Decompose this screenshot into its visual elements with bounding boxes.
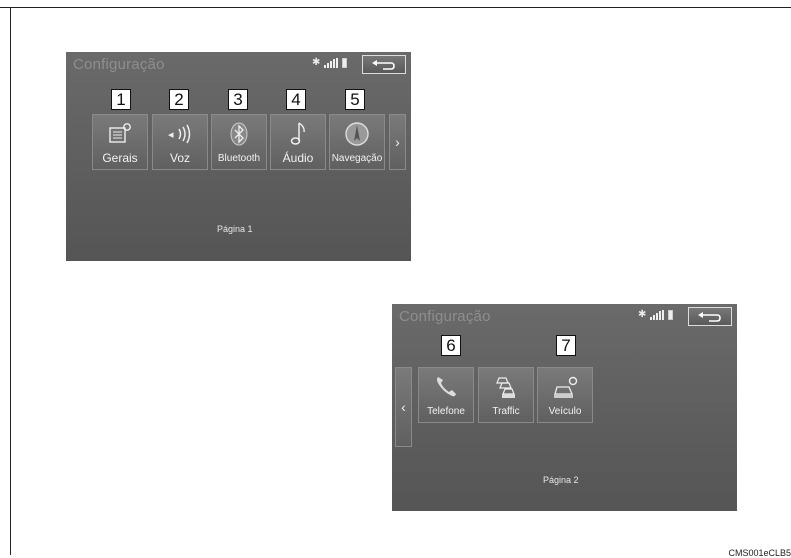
bluetooth-status-icon: ✱ xyxy=(312,57,321,68)
frame-top-line xyxy=(0,7,791,8)
vehicle-settings-icon xyxy=(538,374,592,400)
tile-label: Gerais xyxy=(102,151,138,165)
signal-strength-icon xyxy=(324,57,339,68)
previous-page-button[interactable]: ‹ xyxy=(395,367,412,447)
svg-text:◂: ◂ xyxy=(168,128,174,141)
navigation-icon xyxy=(330,121,384,147)
tile-label: Voz xyxy=(169,151,190,165)
status-bar: ✱ xyxy=(638,309,674,320)
battery-icon xyxy=(342,57,348,68)
page-indicator: Página 2 xyxy=(543,475,579,485)
tile-label: Áudio xyxy=(282,151,314,165)
callout-1: 1 xyxy=(111,89,131,110)
tile-label: Navegação xyxy=(331,153,383,164)
back-arrow-icon xyxy=(372,59,395,70)
callout-2: 2 xyxy=(169,89,189,110)
settings-doc-icon xyxy=(93,121,147,147)
tile-gerais[interactable]: Gerais xyxy=(92,114,148,170)
status-bar: ✱ xyxy=(312,57,348,68)
tile-veiculo[interactable]: Veículo xyxy=(537,367,593,423)
tile-label: Telefone xyxy=(427,406,465,417)
tile-label: Bluetooth xyxy=(217,153,261,164)
tile-bluetooth[interactable]: Bluetooth xyxy=(211,114,267,170)
chevron-right-icon: › xyxy=(395,134,400,150)
traffic-icon xyxy=(479,374,533,400)
tile-audio[interactable]: Áudio xyxy=(270,114,326,170)
bluetooth-status-icon: ✱ xyxy=(638,309,647,320)
music-note-icon xyxy=(271,121,325,147)
frame-left-line xyxy=(10,7,11,555)
callout-3: 3 xyxy=(228,89,248,110)
callout-7: 7 xyxy=(556,335,576,356)
tile-navegacao[interactable]: Navegação xyxy=(329,114,385,170)
back-arrow-icon xyxy=(698,311,721,322)
tile-telefone[interactable]: Telefone xyxy=(418,367,474,423)
screen-title: Configuração xyxy=(73,56,165,73)
page-indicator: Página 1 xyxy=(217,224,253,234)
bluetooth-icon xyxy=(212,121,266,147)
chevron-left-icon: ‹ xyxy=(401,399,406,415)
callout-4: 4 xyxy=(286,89,306,110)
settings-screen-page-1: Configuração ✱ Gerais ◂ Voz Bluetooth Áu… xyxy=(66,52,411,261)
tile-label: Traffic xyxy=(492,406,520,417)
document-code: CMS001eCLB5 xyxy=(728,548,791,558)
voice-icon: ◂ xyxy=(153,121,207,147)
signal-strength-icon xyxy=(650,309,665,320)
back-button[interactable] xyxy=(362,55,406,74)
tile-label: Veículo xyxy=(548,406,582,417)
back-button[interactable] xyxy=(688,307,732,326)
callout-5: 5 xyxy=(345,89,365,110)
tile-traffic[interactable]: Traffic xyxy=(478,367,534,423)
tile-voz[interactable]: ◂ Voz xyxy=(152,114,208,170)
callout-6: 6 xyxy=(441,335,461,356)
phone-icon xyxy=(419,374,473,400)
battery-icon xyxy=(668,309,674,320)
next-page-button[interactable]: › xyxy=(389,114,406,170)
screen-title: Configuração xyxy=(399,308,491,325)
